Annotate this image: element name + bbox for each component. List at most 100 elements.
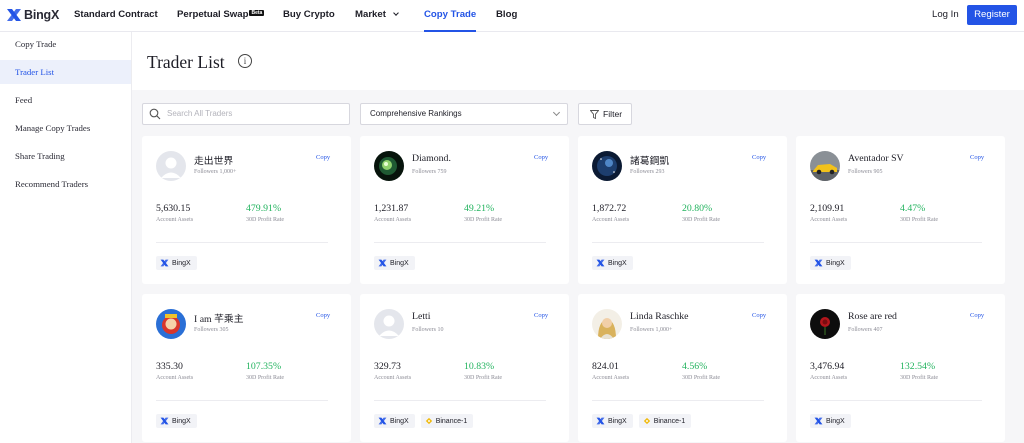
exchange-badges: BingX: [156, 256, 197, 270]
profit-rate-label: 30D Profit Rate: [900, 217, 938, 223]
sidebar-item-share-trading[interactable]: Share Trading: [0, 144, 131, 168]
card-divider: [156, 242, 328, 243]
trader-card[interactable]: 諸葛鋼凱 Followers 293 Copy 1,872.72 Account…: [578, 136, 787, 284]
trader-card[interactable]: Rose are red Followers 407 Copy 3,476.94…: [796, 294, 1005, 442]
copy-button[interactable]: Copy: [970, 312, 984, 319]
sidebar-item-feed[interactable]: Feed: [0, 88, 131, 112]
sidebar-item-copy-trade[interactable]: Copy Trade: [0, 32, 131, 56]
profit-rate-label: 30D Profit Rate: [464, 217, 502, 223]
beta-badge: Beta: [249, 10, 265, 16]
account-assets-value: 329.73: [374, 361, 401, 372]
nav-copy-trade[interactable]: Copy Trade: [424, 0, 477, 32]
night-sky-avatar: [592, 151, 622, 181]
trader-card[interactable]: Aventador SV Followers 905 Copy 2,109.91…: [796, 136, 1005, 284]
trader-avatar: [374, 309, 404, 339]
nav-market[interactable]: Market: [355, 0, 399, 32]
copy-button[interactable]: Copy: [534, 312, 548, 319]
trader-name[interactable]: Aventador SV: [848, 153, 904, 164]
trader-card[interactable]: Letti Followers 10 Copy 329.73 Account A…: [360, 294, 569, 442]
bingx-logo-icon: [7, 9, 21, 21]
default-avatar-icon: [374, 309, 404, 339]
bingx-logo[interactable]: BingX: [6, 7, 59, 23]
copy-button[interactable]: Copy: [752, 312, 766, 319]
page-header: Trader List i: [132, 32, 1024, 90]
nav-market-label: Market: [355, 9, 386, 20]
exchange-badges: BingX: [592, 256, 633, 270]
account-assets-value: 3,476.94: [810, 361, 845, 372]
profit-rate-value: 49.21%: [464, 203, 495, 214]
nav-blog[interactable]: Blog: [496, 0, 517, 32]
exchange-badge-label: BingX: [390, 417, 409, 425]
trader-name[interactable]: Rose are red: [848, 311, 897, 322]
binance-logo-icon: [425, 417, 432, 425]
trader-followers: Followers 305: [194, 327, 229, 333]
login-link[interactable]: Log In: [932, 0, 959, 29]
bingx-logo-icon: [596, 417, 605, 425]
account-assets-value: 824.01: [592, 361, 619, 372]
trader-name[interactable]: Diamond.: [412, 153, 451, 164]
ranking-select[interactable]: Comprehensive Rankings: [360, 103, 568, 125]
exchange-badge-binance: Binance-1: [420, 414, 474, 428]
account-assets-label: Account Assets: [156, 375, 194, 381]
nav-perpetual-swap[interactable]: Perpetual Swap Beta: [177, 0, 265, 32]
sidebar-item-trader-list[interactable]: Trader List: [0, 60, 131, 84]
exchange-badge-bingx: BingX: [810, 414, 851, 428]
trader-card[interactable]: 走出世界 Followers 1,000+ Copy 5,630.15 Acco…: [142, 136, 351, 284]
exchange-badge-bingx: BingX: [156, 256, 197, 270]
bingx-logo-icon: [160, 417, 169, 425]
filter-label: Filter: [603, 109, 623, 119]
binance-logo-icon: [643, 417, 650, 425]
exchange-badge-label: Binance-1: [435, 417, 468, 425]
card-divider: [592, 242, 764, 243]
copy-button[interactable]: Copy: [534, 154, 548, 161]
car-avatar: [810, 151, 840, 181]
nav-blog-label: Blog: [496, 9, 518, 20]
exchange-badge-label: BingX: [608, 417, 627, 425]
trader-card[interactable]: I am 芊乘主 Followers 305 Copy 335.30 Accou…: [142, 294, 351, 442]
trader-followers: Followers 1,000+: [630, 327, 673, 333]
info-icon[interactable]: i: [238, 54, 252, 68]
exchange-badge-label: BingX: [608, 259, 627, 267]
bingx-logo-icon: [814, 417, 823, 425]
trader-name[interactable]: Letti: [412, 311, 431, 322]
trader-name[interactable]: Linda Raschke: [630, 311, 689, 322]
search-input[interactable]: Search All Traders: [142, 103, 350, 125]
page-title: Trader List: [147, 52, 225, 72]
account-assets-label: Account Assets: [592, 375, 630, 381]
profit-rate-value: 132.54%: [900, 361, 936, 372]
nav-buy-crypto[interactable]: Buy Crypto: [283, 0, 335, 32]
exchange-badge-bingx: BingX: [592, 256, 633, 270]
trader-name[interactable]: I am 芊乘主: [194, 311, 244, 325]
trader-followers: Followers 10: [412, 327, 444, 333]
trader-card[interactable]: Diamond. Followers 759 Copy 1,231.87 Acc…: [360, 136, 569, 284]
exchange-badge-binance: Binance-1: [638, 414, 692, 428]
exchange-badge-label: BingX: [826, 417, 845, 425]
sidebar: Copy Trade Trader List Feed Manage Copy …: [0, 32, 132, 443]
trader-avatar: [374, 151, 404, 181]
account-assets-label: Account Assets: [592, 217, 630, 223]
trader-name[interactable]: 走出世界: [194, 153, 233, 167]
top-navigation: BingX Standard Contract Perpetual Swap Be…: [0, 0, 1024, 32]
filter-button[interactable]: Filter: [578, 103, 632, 125]
copy-button[interactable]: Copy: [316, 154, 330, 161]
card-divider: [156, 400, 328, 401]
exchange-badge-label: BingX: [390, 259, 409, 267]
exchange-badges: BingX: [374, 256, 415, 270]
trader-avatar: [592, 151, 622, 181]
copy-button[interactable]: Copy: [752, 154, 766, 161]
nav-standard-contract[interactable]: Standard Contract: [74, 0, 158, 32]
account-assets-value: 335.30: [156, 361, 183, 372]
trader-name[interactable]: 諸葛鋼凱: [630, 153, 669, 167]
exchange-badge-bingx: BingX: [156, 414, 197, 428]
exchange-badges: BingX: [156, 414, 197, 428]
profit-rate-value: 4.56%: [682, 361, 708, 372]
trader-card[interactable]: Linda Raschke Followers 1,000+ Copy 824.…: [578, 294, 787, 442]
register-button[interactable]: Register: [967, 5, 1017, 25]
copy-button[interactable]: Copy: [970, 154, 984, 161]
bingx-logo-icon: [378, 417, 387, 425]
sidebar-item-manage-copy-trades[interactable]: Manage Copy Trades: [0, 116, 131, 140]
copy-button[interactable]: Copy: [316, 312, 330, 319]
nav-standard-contract-label: Standard Contract: [74, 9, 158, 20]
sidebar-item-recommend-traders[interactable]: Recommend Traders: [0, 172, 131, 196]
profit-rate-value: 107.35%: [246, 361, 282, 372]
